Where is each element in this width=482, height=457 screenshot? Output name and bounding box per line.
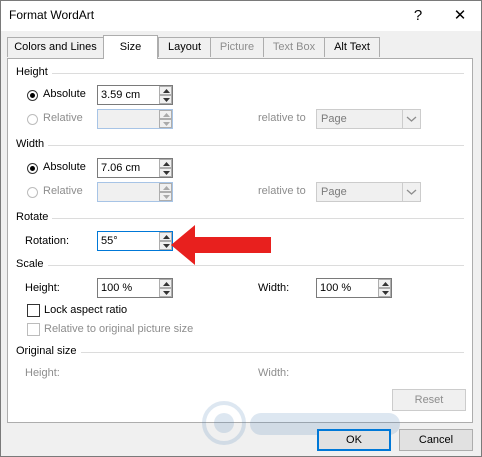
height-relative-label: Relative: [43, 112, 83, 124]
original-width-label: Width:: [258, 367, 290, 379]
scale-height-spinner[interactable]: [97, 278, 173, 298]
dropdown-arrow-icon: [402, 183, 420, 201]
width-relative-to-label: relative to: [258, 185, 306, 197]
close-button[interactable]: ✕: [449, 5, 471, 27]
reset-button[interactable]: Reset: [392, 389, 466, 411]
tab-text-box[interactable]: Text Box: [263, 37, 325, 57]
annotation-arrow-icon: [171, 225, 271, 265]
original-size-separator: [16, 352, 464, 353]
scale-width-spin-up[interactable]: [378, 279, 391, 288]
height-relative-spinner[interactable]: [97, 109, 173, 129]
width-relative-spinner[interactable]: [97, 182, 173, 202]
tab-picture[interactable]: Picture: [210, 37, 264, 57]
width-relative-radio[interactable]: [27, 187, 38, 198]
spin-down-icon: [163, 195, 170, 199]
scale-height-spin-up[interactable]: [159, 279, 172, 288]
rotation-spinner[interactable]: [97, 231, 173, 251]
window-title: Format WordArt: [9, 8, 95, 22]
cancel-button[interactable]: Cancel: [399, 429, 473, 451]
width-relative-spin-down[interactable]: [159, 192, 172, 201]
spin-up-icon: [163, 113, 170, 117]
height-separator: [16, 73, 464, 74]
height-absolute-spinner[interactable]: [97, 85, 173, 105]
spin-up-icon: [382, 282, 389, 286]
scale-height-input[interactable]: [98, 279, 159, 297]
height-absolute-spin-down[interactable]: [159, 95, 172, 104]
width-relative-to-select[interactable]: Page: [316, 182, 421, 202]
rotation-label: Rotation:: [25, 235, 70, 247]
height-relative-to-label: relative to: [258, 112, 306, 124]
width-relative-input[interactable]: [98, 183, 159, 201]
width-relative-spin-up[interactable]: [159, 183, 172, 192]
height-section-label: Height: [16, 66, 52, 78]
relative-to-original-checkbox[interactable]: [27, 323, 40, 336]
scale-section-label: Scale: [16, 258, 48, 270]
dropdown-arrow-icon: [402, 110, 420, 128]
width-absolute-radio[interactable]: [27, 163, 38, 174]
spin-up-icon: [163, 186, 170, 190]
lock-aspect-ratio-checkbox[interactable]: [27, 304, 40, 317]
help-button[interactable]: ?: [407, 5, 429, 27]
width-absolute-spin-up[interactable]: [159, 159, 172, 168]
spin-up-icon: [163, 235, 170, 239]
tab-alt-text[interactable]: Alt Text: [324, 37, 380, 57]
spin-down-icon: [163, 122, 170, 126]
width-relative-label: Relative: [43, 185, 83, 197]
height-absolute-label: Absolute: [43, 88, 86, 100]
width-relative-to-value: Page: [321, 186, 347, 198]
tab-colors-and-lines[interactable]: Colors and Lines: [7, 37, 104, 57]
spin-down-icon: [163, 98, 170, 102]
rotate-separator: [16, 218, 464, 219]
title-bar: Format WordArt ? ✕: [1, 1, 481, 31]
spin-up-icon: [163, 89, 170, 93]
original-height-label: Height:: [25, 367, 60, 379]
tab-strip: Colors and Lines Size Layout Picture Tex…: [1, 35, 481, 59]
rotate-section-label: Rotate: [16, 211, 53, 223]
scale-height-spin-down[interactable]: [159, 288, 172, 297]
height-absolute-spin-up[interactable]: [159, 86, 172, 95]
width-absolute-label: Absolute: [43, 161, 86, 173]
scale-separator: [16, 265, 464, 266]
height-absolute-input[interactable]: [98, 86, 159, 104]
height-absolute-radio[interactable]: [27, 90, 38, 101]
spin-up-icon: [163, 282, 170, 286]
tab-size[interactable]: Size: [103, 35, 158, 59]
height-relative-spin-up[interactable]: [159, 110, 172, 119]
height-relative-to-value: Page: [321, 113, 347, 125]
spin-up-icon: [163, 162, 170, 166]
width-separator: [16, 145, 464, 146]
scale-height-label: Height:: [25, 282, 60, 294]
scale-width-input[interactable]: [317, 279, 378, 297]
width-absolute-spin-down[interactable]: [159, 168, 172, 177]
original-size-section-label: Original size: [16, 345, 81, 357]
height-relative-radio[interactable]: [27, 114, 38, 125]
relative-to-original-label: Relative to original picture size: [44, 323, 194, 335]
spin-down-icon: [163, 171, 170, 175]
width-section-label: Width: [16, 138, 49, 150]
height-relative-to-select[interactable]: Page: [316, 109, 421, 129]
lock-aspect-ratio-label: Lock aspect ratio: [44, 304, 128, 316]
spin-down-icon: [163, 244, 170, 248]
ok-button[interactable]: OK: [317, 429, 391, 451]
height-relative-input[interactable]: [98, 110, 159, 128]
scale-width-spinner[interactable]: [316, 278, 392, 298]
width-absolute-input[interactable]: [98, 159, 159, 177]
scale-width-spin-down[interactable]: [378, 288, 391, 297]
spin-down-icon: [163, 291, 170, 295]
height-relative-spin-down[interactable]: [159, 119, 172, 128]
spin-down-icon: [382, 291, 389, 295]
width-absolute-spinner[interactable]: [97, 158, 173, 178]
tab-layout[interactable]: Layout: [158, 37, 211, 57]
rotation-input[interactable]: [98, 232, 159, 250]
scale-width-label: Width:: [258, 282, 290, 294]
format-wordart-dialog: Format WordArt ? ✕ Colors and Lines Size…: [0, 0, 482, 457]
